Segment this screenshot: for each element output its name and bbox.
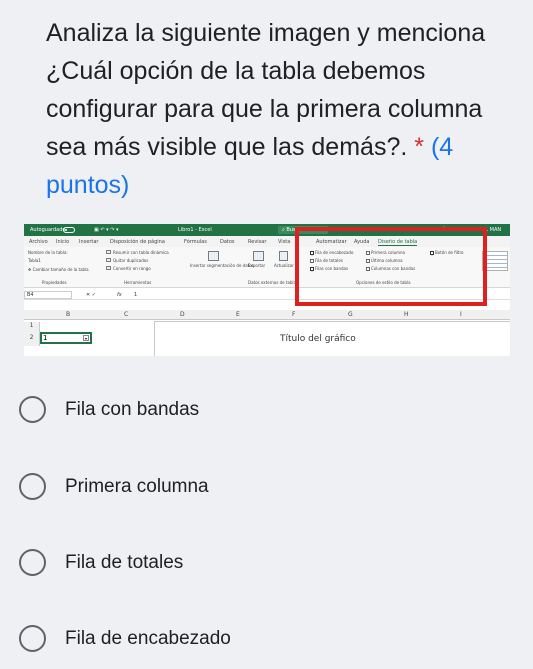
convert-range: Convertir en rango	[113, 266, 151, 271]
option-fila-de-encabezado[interactable]: Fila de encabezado	[19, 618, 439, 658]
row-header: 2	[24, 334, 40, 346]
column-header: H	[404, 311, 409, 318]
tab-insertar: Insertar	[79, 239, 99, 245]
tab-disposicion: Disposición de página	[110, 239, 165, 245]
radio-icon[interactable]	[19, 396, 46, 423]
tab-archivo: Archivo	[29, 239, 48, 245]
insert-slicer: Insertar segmentación de datos	[190, 263, 254, 268]
radio-icon[interactable]	[19, 549, 46, 576]
tab-vista: Vista	[278, 239, 291, 245]
group-properties: Propiedades	[42, 280, 67, 285]
group-tools: Herramientas	[124, 280, 152, 285]
remove-duplicates: Quitar duplicados	[113, 258, 149, 263]
selected-cell: 1 ▾	[40, 332, 92, 344]
column-header: F	[292, 311, 296, 318]
formula-icons: ✕ ✓	[86, 292, 96, 298]
column-header: I	[460, 311, 462, 318]
column-header: D	[180, 311, 185, 318]
filter-dropdown-icon: ▾	[83, 335, 89, 341]
table-name-label: Nombre de la tabla:	[28, 250, 68, 255]
pivot-summary: Resumir con tabla dinámica	[113, 250, 169, 255]
column-header: B	[66, 311, 71, 318]
tab-revisar: Revisar	[248, 239, 267, 245]
question-card: Analiza la siguiente imagen y menciona ¿…	[0, 0, 533, 669]
tab-formulas: Fórmulas	[184, 239, 207, 245]
option-label: Fila de totales	[65, 552, 184, 573]
table-name-value: Tabla1	[28, 258, 41, 263]
option-label: Primera columna	[65, 476, 209, 497]
radio-icon[interactable]	[19, 473, 46, 500]
autosave-toggle-icon	[63, 227, 75, 233]
column-header: G	[348, 311, 353, 318]
fx-icon: fx	[117, 292, 122, 298]
radio-icon[interactable]	[19, 625, 46, 652]
highlight-box	[295, 227, 487, 306]
required-mark: *	[414, 133, 424, 161]
option-fila-de-totales[interactable]: Fila de totales	[19, 542, 439, 582]
option-primera-columna[interactable]: Primera columna	[19, 466, 439, 506]
export-icon	[253, 251, 264, 261]
refresh-button: Actualizar	[274, 263, 294, 268]
export-button: Exportar	[248, 263, 266, 268]
autosave-label: Autoguardado	[30, 227, 66, 233]
column-header: C	[124, 311, 129, 318]
column-header: E	[236, 311, 240, 318]
option-label: Fila de encabezado	[65, 628, 231, 649]
option-label: Fila con bandas	[65, 399, 200, 420]
row-header: 1	[24, 322, 40, 334]
question-title: Analiza la siguiente imagen y menciona ¿…	[46, 14, 486, 204]
resize-table: ✥ Cambiar tamaño de la tabla	[28, 267, 89, 272]
slicer-icon	[208, 251, 219, 261]
tab-datos: Datos	[220, 239, 235, 245]
group-external-data: Datos externos de tabla	[248, 280, 296, 285]
remove-duplicates-icon	[106, 258, 111, 262]
excel-filename: Libro1 - Excel	[178, 227, 212, 233]
tab-inicio: Inicio	[56, 239, 70, 245]
column-headers: B C D E F G H I	[24, 310, 510, 320]
quick-access-icons: ▣ ↶ ▾ ↷ ▾	[94, 227, 119, 233]
refresh-icon	[279, 251, 288, 261]
cell-value: 1	[43, 334, 48, 342]
formula-value: 1	[134, 292, 138, 298]
name-box-value: B4	[27, 292, 34, 298]
chart-title: Título del gráfico	[280, 334, 356, 344]
option-fila-con-bandas[interactable]: Fila con bandas	[19, 389, 439, 429]
pivot-icon	[106, 250, 111, 254]
convert-range-icon	[106, 266, 111, 270]
